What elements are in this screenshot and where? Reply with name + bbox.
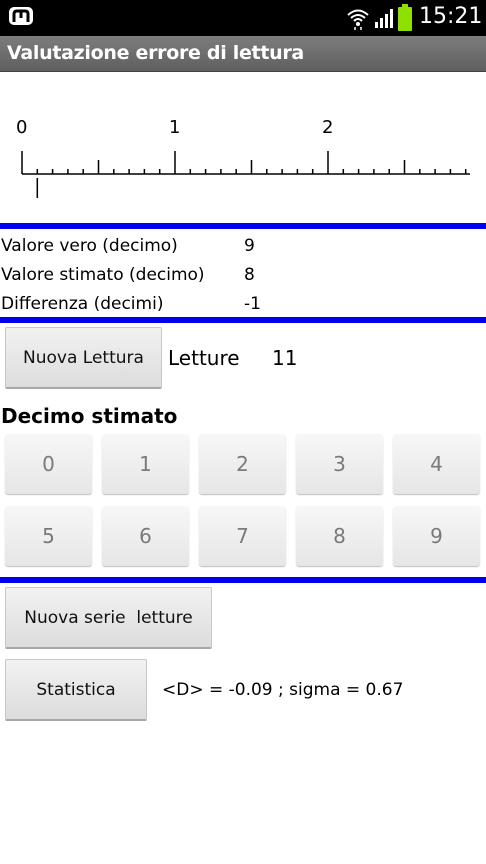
- digit-button-5[interactable]: 5: [5, 506, 92, 566]
- status-bar: 15:21: [0, 0, 486, 36]
- digit-button-4[interactable]: 4: [393, 434, 480, 494]
- decimo-stimato-title: Decimo stimato: [1, 404, 178, 428]
- letture-label: Letture: [168, 346, 240, 370]
- ruler-ticks: [21, 151, 467, 174]
- statistica-button[interactable]: Statistica: [5, 659, 147, 721]
- separator-bottom: [0, 577, 486, 583]
- differenza-value: -1: [244, 294, 261, 314]
- digit-button-8[interactable]: 8: [296, 506, 383, 566]
- digit-button-6[interactable]: 6: [102, 506, 189, 566]
- digit-button-9[interactable]: 9: [393, 506, 480, 566]
- digit-button-2[interactable]: 2: [199, 434, 286, 494]
- nuova-serie-letture-button[interactable]: Nuova serie letture: [5, 587, 212, 649]
- clock: 15:21: [419, 4, 483, 29]
- ruler-label: 0: [16, 117, 27, 138]
- wifi-icon: [347, 9, 369, 30]
- title-bar: Valutazione errore di lettura: [0, 36, 486, 72]
- digit-button-7[interactable]: 7: [199, 506, 286, 566]
- measurement-ruler: 0 1 2: [16, 117, 470, 198]
- ruler-label: 1: [169, 117, 180, 138]
- valore-stimato-label: Valore stimato (decimo): [1, 265, 205, 285]
- signal-icon: [375, 9, 393, 28]
- app-notification-icon: [9, 7, 33, 25]
- letture-count: 11: [272, 346, 298, 370]
- digit-button-0[interactable]: 0: [5, 434, 92, 494]
- valore-stimato-value: 8: [244, 265, 255, 285]
- differenza-label: Differenza (decimi): [1, 294, 164, 314]
- valore-vero-label: Valore vero (decimo): [1, 236, 178, 256]
- app-title: Valutazione errore di lettura: [7, 42, 304, 64]
- battery-icon: [398, 4, 412, 31]
- separator-top: [0, 223, 486, 229]
- valore-vero-value: 9: [244, 236, 255, 256]
- ruler-label: 2: [322, 117, 333, 138]
- digit-button-1[interactable]: 1: [102, 434, 189, 494]
- ruler-labels: 0 1 2: [16, 117, 333, 138]
- nuova-lettura-button[interactable]: Nuova Lettura: [5, 327, 162, 389]
- separator-middle: [0, 317, 486, 323]
- statistics-result: <D> = -0.09 ; sigma = 0.67: [162, 680, 404, 700]
- digit-button-3[interactable]: 3: [296, 434, 383, 494]
